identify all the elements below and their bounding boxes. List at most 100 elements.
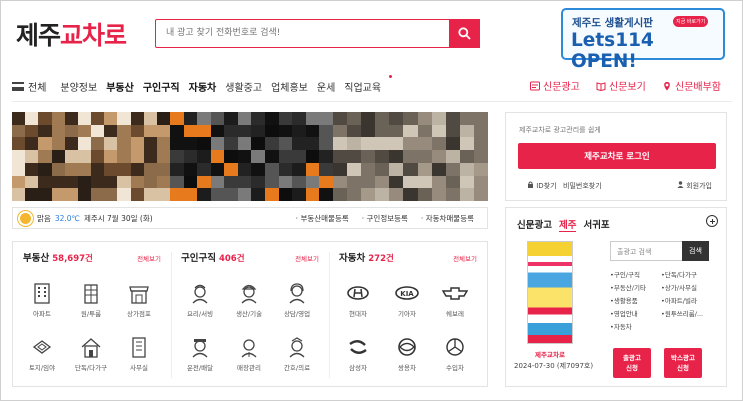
banner-line2: Lets114 OPEN! xyxy=(571,30,654,72)
cat-imported[interactable]: 수입차 xyxy=(433,336,477,372)
banner-badge: 지금 바로가기 xyxy=(673,16,709,27)
login-button[interactable]: 제주교차로 로그인 xyxy=(518,143,716,169)
cat-office[interactable]: 사무실 xyxy=(117,336,161,372)
cat-hyundai[interactable]: 현대자 xyxy=(336,282,380,318)
nav-item-education[interactable]: 직업교육 xyxy=(344,79,381,94)
lets114-banner[interactable]: 제주도 생활게시판 지금 바로가기 Lets114 OPEN! xyxy=(561,8,725,72)
find-id-label: ID찾기 xyxy=(536,182,557,190)
menu-icon[interactable] xyxy=(12,82,24,91)
category-count: 272건 xyxy=(368,254,394,264)
cat-label: 운전/배달 xyxy=(186,364,214,372)
cat-store-manager[interactable]: 매장관리 xyxy=(227,336,271,372)
plus-icon[interactable] xyxy=(706,215,718,227)
join-link[interactable]: 회원가입 xyxy=(677,181,712,191)
paper-link[interactable]: •자동차 xyxy=(610,321,632,331)
view-all-link[interactable]: 전체보기 xyxy=(295,253,319,263)
apply-classified-button[interactable]: 출광고 신청 xyxy=(613,348,651,378)
paper-link[interactable]: •원투쓰리룸/... xyxy=(661,308,703,318)
category-title[interactable]: 자동차 xyxy=(339,253,365,264)
register-job-link[interactable]: · 구인정보등록 xyxy=(362,213,408,224)
headset-person-icon xyxy=(289,283,305,304)
sun-icon xyxy=(20,212,31,224)
logo-part1: 제주 xyxy=(16,21,61,50)
hyundai-logo-icon xyxy=(347,286,369,300)
nav-item-used-goods[interactable]: 생활중고 xyxy=(225,79,262,94)
paper-link[interactable]: •단독/다가구 xyxy=(661,269,697,279)
newspaper-search-input[interactable]: 출광고 검색 xyxy=(610,241,683,261)
cat-nurse[interactable]: 간호/의료 xyxy=(275,336,319,372)
apply-box-ad-button[interactable]: 박스광고 신청 xyxy=(664,348,702,378)
cat-samsung[interactable]: 삼성자 xyxy=(336,336,380,372)
ad-image-center xyxy=(170,112,333,201)
tab-newspaper-ad[interactable]: 신문광고 xyxy=(517,217,552,232)
link-newspaper-ad-label: 신문광고 xyxy=(543,82,580,93)
cat-label: 요리/서빙 xyxy=(186,310,214,318)
newspaper-thumbnail[interactable] xyxy=(527,241,573,344)
site-logo[interactable]: 제주교차로 xyxy=(16,16,127,52)
nav-item-presale[interactable]: 분양정보 xyxy=(60,79,97,94)
newspaper-search-button[interactable]: 검색 xyxy=(682,241,709,261)
find-id-link[interactable]: ID찾기 xyxy=(527,181,557,191)
cat-label: 쉐보레 xyxy=(446,310,464,318)
cat-oneroom[interactable]: 원/투룸 xyxy=(69,282,113,318)
cat-kia[interactable]: KIA 기아자 xyxy=(385,282,429,318)
register-realestate-link[interactable]: · 부동산매물등록 xyxy=(296,213,349,224)
link-newspaper-view[interactable]: 신문보기 xyxy=(596,78,646,93)
cat-label: 쌍용차 xyxy=(398,364,416,372)
weather-bar: 맑음 32.0℃ 제주시 7월 30일 (화) · 부동산매물등록 · 구인정보… xyxy=(12,207,488,229)
cat-label: 아파트 xyxy=(33,310,51,318)
cat-label: 단독/다가구 xyxy=(74,364,108,372)
link-distribution-box[interactable]: 신문배부함 xyxy=(662,78,721,93)
cat-label: 수입차 xyxy=(446,364,464,372)
office-icon xyxy=(132,337,146,358)
nav-item-cars[interactable]: 자동차 xyxy=(189,79,217,94)
view-all-link[interactable]: 전체보기 xyxy=(137,253,161,263)
nav-divider xyxy=(12,101,732,102)
nav-item-fortune[interactable]: 운세 xyxy=(317,79,335,94)
cat-label: 생산/기술 xyxy=(235,310,263,318)
nav-item-jobs[interactable]: 구인구직 xyxy=(143,79,180,94)
newspaper-date: 2024-07-30 (제7097호) xyxy=(514,362,594,370)
find-password-link[interactable]: 비밀번호찾기 xyxy=(563,181,602,191)
cat-apartment[interactable]: 아파트 xyxy=(20,282,64,318)
cat-production[interactable]: 생산/기술 xyxy=(227,282,271,318)
search-box xyxy=(155,18,480,48)
register-car-link[interactable]: · 자동차매물등록 xyxy=(421,213,474,224)
cat-label: 간호/의료 xyxy=(283,364,311,372)
svg-text:KIA: KIA xyxy=(400,290,414,298)
link-newspaper-ad[interactable]: 신문광고 xyxy=(530,78,580,93)
tab-jeju[interactable]: 제주 xyxy=(558,217,577,232)
nav-item-realestate[interactable]: 부동산 xyxy=(106,79,134,94)
search-input[interactable] xyxy=(156,20,446,46)
cat-label: 매장관리 xyxy=(237,364,261,372)
weather-date: 제주시 7월 30일 (화) xyxy=(83,213,153,223)
banner-line1: 제주도 생활게시판 xyxy=(572,17,653,29)
tab-seogwipo[interactable]: 서귀포 xyxy=(583,217,609,232)
paper-link[interactable]: •영업안내 xyxy=(610,308,638,318)
cat-sales[interactable]: 상담/영업 xyxy=(275,282,319,318)
view-all-link[interactable]: 전체보기 xyxy=(453,253,477,263)
ad-banner-image[interactable] xyxy=(12,112,488,201)
search-button[interactable] xyxy=(449,18,480,48)
cat-label: 기아자 xyxy=(398,310,416,318)
weather-temperature: 32.0℃ xyxy=(54,213,80,223)
cat-label: 토지/임야 xyxy=(28,364,56,372)
cat-store[interactable]: 상가점포 xyxy=(117,282,161,318)
paper-link[interactable]: •아파트/빌라 xyxy=(661,295,697,305)
paper-link[interactable]: •생활용품 xyxy=(610,295,638,305)
nav-item-business[interactable]: 업체홍보 xyxy=(271,79,308,94)
paper-link[interactable]: •부동산/기타 xyxy=(610,282,646,292)
cat-land[interactable]: 토지/임야 xyxy=(20,336,64,372)
cat-chevrolet[interactable]: 쉐보레 xyxy=(433,282,477,318)
cat-driver[interactable]: 운전/배달 xyxy=(178,336,222,372)
paper-link[interactable]: •상가/사무실 xyxy=(661,282,697,292)
cat-ssangyong[interactable]: 쌍용차 xyxy=(385,336,429,372)
link-distribution-box-label: 신문배부함 xyxy=(675,82,721,93)
nav-all[interactable]: 전체 xyxy=(28,79,46,94)
cat-house[interactable]: 단독/다가구 xyxy=(69,336,113,372)
category-title[interactable]: 구인구직 xyxy=(181,253,216,264)
category-title[interactable]: 부동산 xyxy=(23,253,49,264)
paper-link[interactable]: •구인/구직 xyxy=(610,269,640,279)
kia-logo-icon: KIA xyxy=(395,286,419,300)
cat-cook[interactable]: 요리/서빙 xyxy=(178,282,222,318)
